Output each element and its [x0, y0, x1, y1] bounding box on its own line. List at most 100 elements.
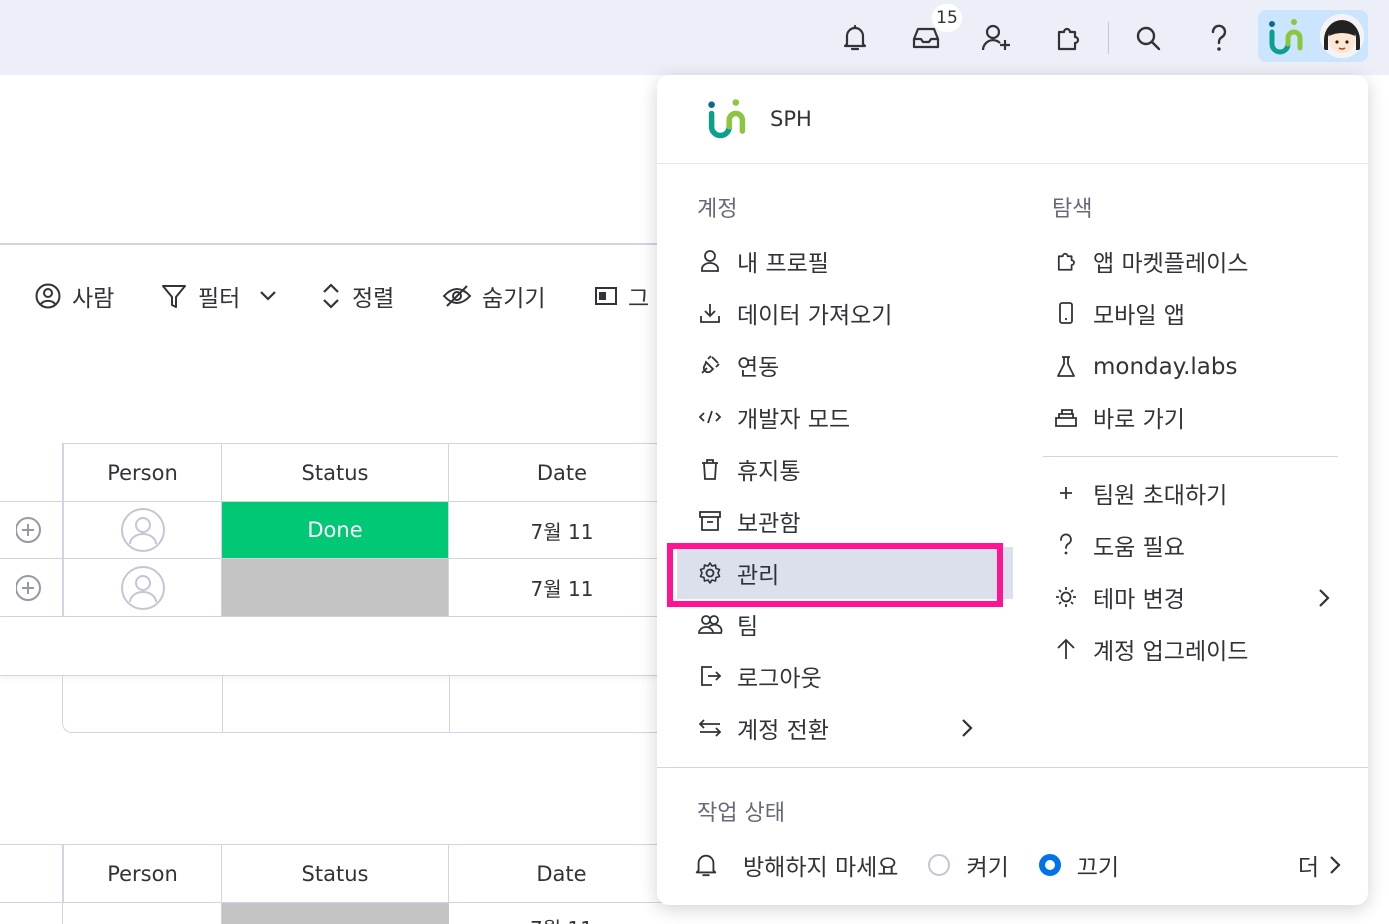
person-filter-button[interactable]: 사람: [34, 278, 114, 314]
search-icon[interactable]: [1128, 18, 1168, 58]
menu-item-label: 개발자 모드: [737, 407, 851, 433]
account-menu-button[interactable]: [1258, 10, 1368, 62]
user-avatar[interactable]: [1320, 14, 1364, 58]
bell-icon: [693, 851, 719, 879]
chevron-right-icon: [959, 716, 975, 740]
menu-item-administration[interactable]: 관리: [677, 547, 1013, 599]
account-logo-icon: [1266, 18, 1306, 56]
menu-item-integrations[interactable]: 연동: [683, 342, 1007, 388]
toolbar-label: 숨기기: [482, 286, 546, 312]
column-header-status[interactable]: Status: [222, 444, 449, 502]
status-cell[interactable]: [222, 903, 449, 924]
add-subitem-icon[interactable]: [16, 573, 46, 603]
column-header-date[interactable]: Date: [449, 845, 675, 903]
date-cell[interactable]: 7월 11: [530, 913, 593, 924]
date-cell[interactable]: 7월 11: [449, 559, 675, 617]
hide-button[interactable]: 숨기기: [442, 278, 545, 314]
person-cell[interactable]: [63, 502, 222, 559]
toolbar-label: 사람: [72, 286, 115, 312]
menu-item-label: 관리: [737, 563, 780, 589]
add-subitem-icon[interactable]: [16, 515, 46, 545]
top-bar: 15: [0, 0, 1389, 75]
dnd-on-radio[interactable]: [928, 854, 951, 876]
menu-item-label: 데이터 가져오기: [737, 303, 893, 329]
menu-item-label: 휴지통: [737, 459, 801, 485]
chevron-right-icon: [1327, 853, 1343, 877]
do-not-disturb-row: 방해하지 마세요 켜기 끄기 더: [693, 847, 1343, 883]
menu-item-label: 테마 변경: [1093, 587, 1185, 613]
menu-item-get-help[interactable]: 도움 필요: [1039, 522, 1353, 568]
status-cell[interactable]: Done: [222, 502, 449, 559]
table-row: [0, 502, 63, 559]
explore-section-title: 탐색: [1052, 197, 1093, 222]
chevron-down-icon[interactable]: [258, 289, 278, 303]
column-header-status[interactable]: Status: [222, 845, 449, 903]
menu-item-label: 팀원 초대하기: [1093, 483, 1228, 509]
settings-icon: [697, 560, 723, 586]
date-cell[interactable]: 7월 11: [449, 502, 675, 559]
table-row: [0, 559, 63, 617]
menu-item-invite-members[interactable]: 팀원 초대하기: [1039, 470, 1353, 516]
board-header-divider: [0, 243, 660, 245]
menu-item-app-marketplace[interactable]: 앱 마켓플레이스: [1039, 238, 1353, 284]
marketplace-icon: [1053, 248, 1079, 274]
add-item-row[interactable]: [0, 617, 675, 675]
menu-item-label: 모바일 앱: [1093, 303, 1185, 329]
notifications-icon[interactable]: [835, 18, 875, 58]
menu-item-label: 로그아웃: [737, 666, 822, 692]
filter-button[interactable]: 필터: [160, 278, 278, 314]
menu-item-monday-labs[interactable]: monday.labs: [1039, 344, 1353, 390]
person-placeholder-icon: [120, 507, 166, 553]
account-logo-icon: [705, 97, 749, 141]
status-cell[interactable]: [222, 559, 449, 617]
account-section-title: 계정: [697, 197, 738, 222]
dnd-off-radio[interactable]: [1038, 854, 1061, 876]
more-button[interactable]: 더: [1298, 848, 1343, 882]
switch-account-icon: [697, 715, 723, 741]
help-icon[interactable]: [1199, 18, 1239, 58]
menu-item-logout[interactable]: 로그아웃: [683, 653, 1007, 699]
invite-members-icon[interactable]: [976, 18, 1016, 58]
trash-icon: [697, 456, 723, 482]
account-name: SPH: [770, 107, 812, 131]
menu-item-archive[interactable]: 보관함: [683, 498, 1007, 544]
filter-icon: [160, 282, 188, 310]
menu-item-label: 계정 전환: [737, 718, 829, 744]
menu-item-trash[interactable]: 휴지통: [683, 446, 1007, 492]
menu-item-label: 바로 가기: [1093, 407, 1185, 433]
topbar-separator: [1108, 22, 1109, 54]
person-icon: [34, 282, 62, 310]
table-header-cell: [0, 444, 63, 502]
mobile-icon: [1053, 300, 1079, 326]
apps-icon[interactable]: [1048, 18, 1088, 58]
toolbar-label: 정렬: [352, 286, 395, 312]
column-header-date[interactable]: Date: [449, 444, 675, 502]
dnd-on-option[interactable]: 켜기: [928, 848, 1009, 882]
group-by-button[interactable]: 그: [594, 278, 649, 314]
menu-item-label: 도움 필요: [1093, 535, 1185, 561]
column-header-person[interactable]: Person: [63, 444, 222, 502]
upgrade-icon: [1053, 636, 1079, 662]
chevron-right-icon: [1316, 586, 1332, 610]
menu-item-import-data[interactable]: 데이터 가져오기: [683, 290, 1007, 336]
menu-header: SPH: [657, 75, 1368, 164]
code-icon: [697, 404, 723, 430]
menu-divider: [657, 767, 1368, 768]
menu-item-teams[interactable]: 팀: [683, 601, 1007, 647]
menu-item-shortcuts[interactable]: 바로 가기: [1039, 394, 1353, 440]
menu-item-upgrade-account[interactable]: 계정 업그레이드: [1039, 626, 1353, 672]
table-header-cell: [0, 845, 63, 903]
column-header-person[interactable]: Person: [63, 845, 222, 903]
sort-button[interactable]: 정렬: [320, 278, 394, 314]
menu-item-change-theme[interactable]: 테마 변경: [1039, 574, 1353, 620]
menu-item-developer-mode[interactable]: 개발자 모드: [683, 394, 1007, 440]
menu-item-label: 연동: [737, 355, 780, 381]
menu-item-label: 앱 마켓플레이스: [1093, 251, 1249, 277]
menu-item-my-profile[interactable]: 내 프로필: [683, 238, 1007, 284]
shortcuts-icon: [1053, 404, 1079, 430]
group-by-icon: [594, 285, 618, 307]
dnd-off-option[interactable]: 끄기: [1038, 848, 1119, 882]
hide-icon: [442, 284, 472, 308]
menu-item-mobile-app[interactable]: 모바일 앱: [1039, 290, 1353, 336]
person-cell[interactable]: [63, 559, 222, 617]
